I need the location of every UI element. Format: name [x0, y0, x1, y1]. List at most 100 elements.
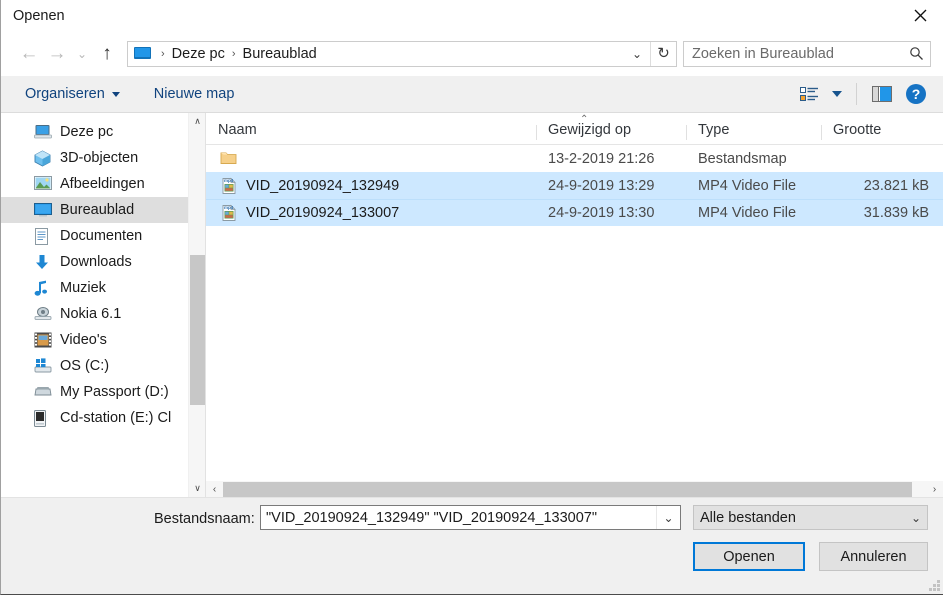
sidebar-item-label: Video's — [60, 332, 107, 348]
cd-drive-icon — [34, 409, 52, 427]
file-type-cell: MP4 Video File — [698, 204, 797, 221]
chevron-down-icon: ⌄ — [910, 510, 922, 525]
breadcrumb-item-bureaublad[interactable]: Bureaublad — [241, 46, 319, 62]
organize-button[interactable]: Organiseren — [25, 86, 120, 102]
forward-button[interactable]: → — [43, 40, 71, 68]
desktop-icon — [134, 46, 152, 61]
this-pc-icon — [34, 124, 52, 141]
file-name-cell — [206, 150, 536, 168]
up-arrow-icon: ↑ — [102, 43, 112, 64]
file-type-cell: MP4 Video File — [698, 177, 797, 194]
column-header-gewijzigd-op[interactable]: Gewijzigd op — [536, 122, 686, 144]
sidebar-item-bureaublad[interactable]: Bureaublad — [1, 197, 188, 223]
sidebar-item-videos[interactable]: Video's — [1, 327, 188, 353]
preview-pane-button[interactable] — [865, 79, 899, 109]
file-size-cell: 23.821 kB — [863, 177, 929, 194]
caret-down-icon — [832, 91, 842, 97]
scroll-right-button[interactable]: › — [926, 481, 943, 498]
column-header-type[interactable]: Type — [686, 122, 821, 144]
column-header-naam[interactable]: Naam — [206, 122, 536, 144]
refresh-button[interactable]: ↻ — [650, 41, 676, 66]
up-button[interactable]: ↑ — [93, 40, 121, 68]
chevron-down-icon: ⌄ — [76, 46, 88, 61]
refresh-icon: ↻ — [657, 45, 670, 62]
scroll-up-button[interactable]: ∧ — [189, 113, 205, 130]
filename-input[interactable]: "VID_20190924_132949" "VID_20190924_1330… — [261, 510, 656, 526]
sidebar-item-muziek[interactable]: Muziek — [1, 275, 188, 301]
sidebar-item-label: My Passport (D:) — [60, 384, 169, 400]
file-size-cell: 31.839 kB — [863, 204, 929, 221]
help-icon: ? — [906, 84, 926, 104]
documents-icon — [34, 227, 52, 245]
sidebar-item-label: Nokia 6.1 — [60, 306, 122, 322]
folder-icon — [220, 150, 238, 168]
sidebar-item-3d-objecten[interactable]: 3D-objecten — [1, 145, 188, 171]
caret-down-icon — [111, 91, 120, 97]
file-rows: 13-2-2019 21:26 Bestandsmap mp4 VID_2019… — [206, 145, 943, 480]
address-dropdown-button[interactable]: ⌄ — [624, 42, 650, 66]
external-drive-icon — [34, 384, 52, 401]
file-name-text: VID_20190924_133007 — [246, 204, 400, 221]
back-arrow-icon: ← — [19, 43, 39, 64]
sidebar-item-deze-pc[interactable]: Deze pc — [1, 119, 188, 145]
organize-label: Organiseren — [25, 86, 105, 102]
close-button[interactable] — [897, 0, 943, 31]
new-folder-button[interactable]: Nieuwe map — [154, 86, 235, 102]
mp4-file-icon: mp4 — [220, 177, 238, 195]
cancel-button[interactable]: Annuleren — [819, 542, 928, 571]
file-list-horizontal-scrollbar[interactable]: ‹ › — [206, 480, 943, 497]
navigation-bar: ← → ⌄ ↑ › Deze pc › Bureaublad ⌄ ↻ Zoeke… — [1, 31, 943, 76]
help-button[interactable]: ? — [899, 79, 933, 109]
dialog-body: Deze pc 3D-objecten Afbeeldingen Bureaub… — [1, 113, 943, 497]
sidebar-item-label: Deze pc — [60, 124, 114, 140]
open-button[interactable]: Openen — [693, 542, 805, 571]
file-name-cell: mp4 VID_20190924_132949 — [206, 177, 536, 195]
address-bar[interactable]: › Deze pc › Bureaublad ⌄ ↻ — [127, 40, 677, 67]
scroll-down-button[interactable]: ∨ — [189, 480, 205, 497]
svg-text:mp4: mp4 — [224, 205, 234, 210]
recent-locations-button[interactable]: ⌄ — [71, 40, 93, 68]
file-type-filter-value: Alle bestanden — [700, 509, 796, 526]
column-header-grootte[interactable]: Grootte — [821, 122, 943, 144]
search-input[interactable]: Zoeken in Bureaublad — [692, 46, 909, 62]
file-modified-cell: 13-2-2019 21:26 — [548, 150, 655, 167]
sidebar-item-os-c[interactable]: OS (C:) — [1, 353, 188, 379]
sidebar-scrollbar[interactable]: ∧ ∨ — [188, 113, 205, 497]
sidebar-item-nokia-6-1[interactable]: Nokia 6.1 — [1, 301, 188, 327]
sidebar-item-label: 3D-objecten — [60, 150, 139, 166]
sidebar-item-label: Muziek — [60, 280, 106, 296]
file-type-cell: Bestandsmap — [698, 150, 787, 167]
sidebar-item-cd-station-e[interactable]: Cd-station (E:) Cl — [1, 405, 188, 431]
filename-combobox[interactable]: "VID_20190924_132949" "VID_20190924_1330… — [260, 505, 681, 530]
downloads-icon — [34, 254, 52, 271]
breadcrumb-item-deze-pc[interactable]: Deze pc — [170, 46, 227, 62]
horizontal-scrollbar-thumb[interactable] — [223, 481, 912, 497]
preview-pane-icon — [872, 86, 892, 102]
sidebar-scrollbar-thumb[interactable] — [190, 255, 205, 405]
command-bar-separator — [856, 83, 857, 105]
filename-dropdown-button[interactable]: ⌄ — [656, 506, 680, 529]
table-row[interactable]: 13-2-2019 21:26 Bestandsmap — [206, 145, 943, 172]
back-button[interactable]: ← — [15, 40, 43, 68]
sidebar-item-my-passport-d[interactable]: My Passport (D:) — [1, 379, 188, 405]
view-dropdown-button[interactable] — [826, 79, 848, 109]
sidebar-item-label: OS (C:) — [60, 358, 110, 374]
chevron-down-icon: ⌄ — [631, 46, 643, 61]
resize-grip[interactable] — [928, 579, 940, 591]
scroll-left-button[interactable]: ‹ — [206, 481, 223, 498]
file-type-filter-select[interactable]: Alle bestanden ⌄ — [693, 505, 928, 530]
open-file-dialog: Openen ← → ⌄ ↑ › Deze pc › Bureaublad ⌄ … — [0, 0, 943, 595]
table-row[interactable]: mp4 VID_20190924_132949 24-9-2019 13:29 … — [206, 172, 943, 199]
sidebar-item-label: Bureaublad — [60, 202, 135, 218]
sidebar-item-documenten[interactable]: Documenten — [1, 223, 188, 249]
sidebar-item-downloads[interactable]: Downloads — [1, 249, 188, 275]
sidebar-item-afbeeldingen[interactable]: Afbeeldingen — [1, 171, 188, 197]
horizontal-scroll-track[interactable] — [223, 481, 926, 498]
table-row[interactable]: mp4 VID_20190924_133007 24-9-2019 13:30 … — [206, 199, 943, 226]
search-box[interactable]: Zoeken in Bureaublad — [683, 40, 931, 67]
breadcrumb-separator: › — [161, 47, 165, 60]
filename-label: Bestandsnaam: — [154, 511, 255, 527]
svg-text:mp4: mp4 — [224, 178, 234, 183]
forward-arrow-icon: → — [47, 43, 67, 64]
view-options-button[interactable] — [792, 79, 826, 109]
